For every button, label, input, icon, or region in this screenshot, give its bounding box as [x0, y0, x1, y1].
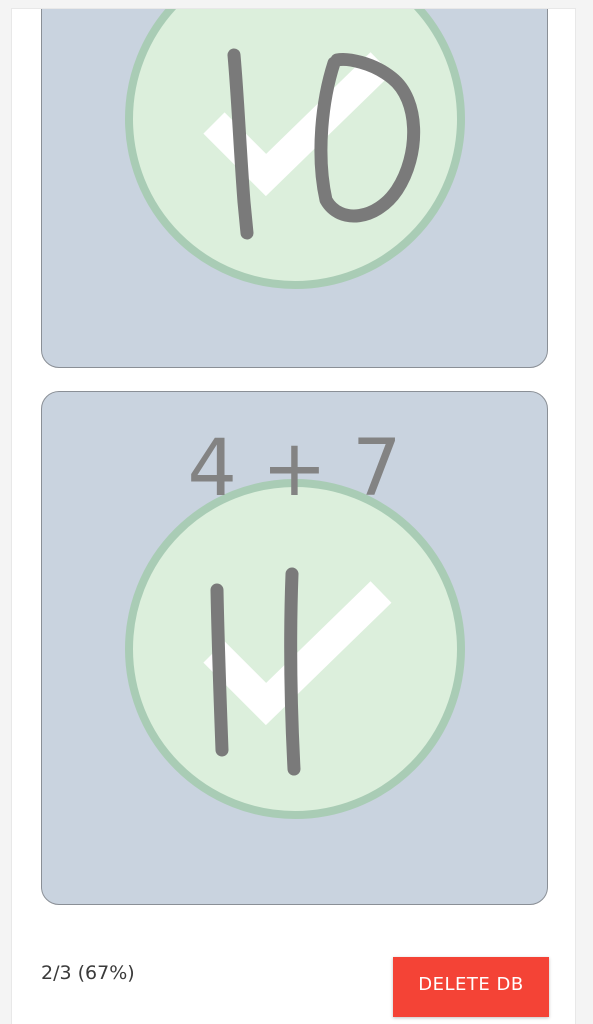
delete-db-button[interactable]: DELETE DB [393, 957, 549, 1017]
quiz-page: 4 + 7 2/3 (67%) DELETE DB [11, 8, 576, 1024]
answer-card: 4 + 7 [41, 391, 548, 905]
answer-card [41, 9, 548, 368]
score-label: 2/3 (67%) [41, 962, 135, 984]
correct-result-graphic [125, 9, 465, 289]
question-text: 4 + 7 [187, 424, 402, 514]
